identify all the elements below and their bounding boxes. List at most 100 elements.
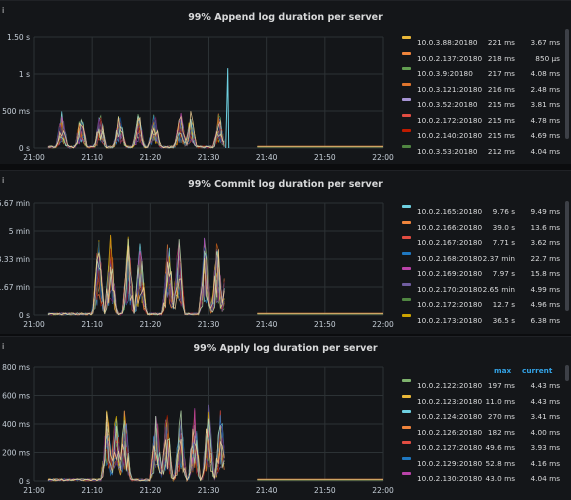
legend-current-value: 4.08 ms — [530, 69, 560, 78]
x-tick-label: 21:10 — [81, 153, 103, 162]
legend-series-name[interactable]: 10.0.2.172:20180 — [417, 114, 482, 128]
legend-series-name[interactable]: 10.0.2.168:20180 — [417, 252, 482, 266]
series-color-swatch[interactable] — [402, 410, 411, 413]
panel-title[interactable]: 99% Append log duration per server — [0, 12, 571, 23]
legend-series-name[interactable]: 10.0.2.173:20180 — [417, 314, 482, 328]
series-color-swatch[interactable] — [402, 267, 411, 270]
legend-item[interactable]: 10.0.2.129:20180 52.8 ms 4.16 ms — [402, 456, 562, 471]
legend-current-value: 4.00 ms — [530, 427, 560, 437]
legend-header-current[interactable]: current — [522, 366, 552, 375]
series-color-swatch[interactable] — [402, 394, 411, 398]
legend-item[interactable]: 10.0.2.122:20180 197 ms 4.43 ms — [402, 379, 562, 393]
legend-item[interactable]: 10.0.3.88:20180 221 ms 3.67 ms — [402, 36, 562, 50]
series-color-swatch[interactable] — [402, 113, 411, 117]
series-color-swatch[interactable] — [402, 313, 411, 317]
series-color-swatch[interactable] — [402, 144, 411, 148]
series-color-swatch[interactable] — [402, 51, 411, 55]
legend-item[interactable]: 10.0.2.170:20180 2.65 min 4.99 ms — [402, 282, 562, 297]
legend-series-name[interactable]: 10.0.2.165:20180 — [417, 205, 482, 219]
legend-max-value: 216 ms — [487, 84, 515, 94]
y-tick-label: 0 s — [19, 311, 30, 320]
legend-item[interactable]: 10.0.2.168:20180 2.37 min 22.7 ms — [402, 251, 562, 266]
series-color-swatch[interactable] — [402, 472, 411, 475]
panel-title[interactable]: 99% Commit log duration per server — [0, 179, 571, 190]
legend-scrollbar[interactable] — [565, 29, 569, 139]
legend-max-value: 221 ms — [487, 38, 515, 47]
legend-series-name[interactable]: 10.0.3.121:20180 — [417, 83, 482, 97]
legend-item[interactable]: 10.0.2.172:20180 12.7 s 4.96 ms — [402, 298, 562, 312]
legend-item[interactable]: 10.0.2.137:20180 218 ms 850 µs — [402, 51, 562, 66]
legend-item[interactable]: 10.0.2.169:20180 7.97 s 15.8 ms — [402, 267, 562, 281]
series-color-swatch[interactable] — [402, 82, 411, 86]
legend-series-name[interactable]: 10.0.2.170:20180 — [417, 283, 482, 297]
graph-area[interactable]: 1.50 s 1 s 500 ms 0 s 21:00 21:10 21:20 21:30 21… — [0, 27, 395, 165]
legend-series-name[interactable]: 10.0.2.130:20180 — [417, 472, 482, 486]
legend-series-name[interactable]: 10.0.2.137:20180 — [417, 52, 482, 66]
series-color-swatch[interactable] — [402, 441, 411, 444]
panel-title[interactable]: 99% Apply log duration per server — [0, 343, 571, 354]
series-color-swatch[interactable] — [402, 425, 411, 429]
series-color-swatch[interactable] — [402, 456, 411, 460]
legend-max-value: 212 ms — [487, 146, 515, 156]
legend-item[interactable]: 10.0.2.167:20180 7.71 s 3.62 ms — [402, 236, 562, 250]
legend-series-name[interactable]: 10.0.2.166:20180 — [417, 221, 482, 235]
legend-item[interactable]: 10.0.2.140:20180 215 ms 4.69 ms — [402, 129, 562, 143]
legend-scrollbar[interactable] — [565, 365, 569, 381]
legend-max-value: 218 ms — [487, 53, 515, 63]
series-color-swatch[interactable] — [402, 251, 411, 255]
legend-series-name[interactable]: 10.0.3.88:20180 — [417, 36, 477, 50]
legend-item[interactable]: 10.0.2.130:20180 43.0 ms 4.04 ms — [402, 472, 562, 486]
legend-max-value: 270 ms — [487, 412, 515, 421]
legend-item[interactable]: 10.0.2.173:20180 36.5 s 6.38 ms — [402, 313, 562, 328]
legend-series-name[interactable]: 10.0.2.124:20180 — [417, 410, 482, 424]
legend-max-value: 9.76 s — [492, 207, 515, 216]
legend-item[interactable]: 10.0.2.172:20180 215 ms 4.78 ms — [402, 113, 562, 128]
legend: 10.0.3.88:20180 221 ms 3.67 ms 10.0.2.137:2… — [402, 36, 564, 161]
legend-header-max[interactable]: max — [494, 366, 511, 375]
legend-series-name[interactable]: 10.0.2.127:20180 — [417, 441, 482, 455]
series-color-swatch[interactable] — [402, 205, 411, 208]
legend-scrollbar[interactable] — [565, 201, 569, 311]
legend-series-name[interactable]: 10.0.2.140:20180 — [417, 129, 482, 143]
legend-item[interactable]: 10.0.2.123:20180 11.0 ms 4.43 ms — [402, 394, 562, 409]
legend-series-name[interactable]: 10.0.2.167:20180 — [417, 236, 482, 250]
legend-item[interactable]: 10.0.2.166:20180 39.0 s 13.6 ms — [402, 220, 562, 235]
series-color-swatch[interactable] — [402, 36, 411, 39]
legend-item[interactable]: 10.0.3.121:20180 216 ms 2.48 ms — [402, 82, 562, 97]
series-color-swatch[interactable] — [402, 129, 411, 132]
series-color-swatch[interactable] — [402, 379, 411, 382]
series-color-swatch[interactable] — [402, 220, 411, 224]
legend-series-name[interactable]: 10.0.3.52:20180 — [417, 98, 477, 112]
series-color-swatch[interactable] — [402, 298, 411, 301]
legend-item[interactable]: 10.0.2.165:20180 9.76 s 9.49 ms — [402, 205, 562, 219]
series-line[interactable] — [225, 68, 230, 149]
legend-series-name[interactable]: 10.0.2.123:20180 — [417, 395, 482, 409]
legend-current-value: 4.43 ms — [530, 381, 560, 390]
legend-item[interactable]: 10.0.3.52:20180 215 ms 3.81 ms — [402, 98, 562, 112]
legend-series-name[interactable]: 10.0.2.169:20180 — [417, 267, 482, 281]
legend-current-value: 15.8 ms — [530, 269, 560, 278]
legend-max-value: 2.37 min — [482, 253, 515, 263]
graph-area[interactable]: 6.67 min 5 min 3.33 min 1.67 min 0 s 21:00 21:… — [0, 195, 395, 335]
y-tick-label: 400 ms — [2, 420, 30, 429]
legend-item[interactable]: 10.0.3.53:20180 212 ms 4.04 ms — [402, 144, 562, 159]
series-color-swatch[interactable] — [402, 98, 411, 101]
series-color-swatch[interactable] — [402, 67, 411, 70]
legend-series-name[interactable]: 10.0.3.9:20180 — [417, 67, 473, 81]
legend-item[interactable]: 10.0.2.126:20180 182 ms 4.00 ms — [402, 425, 562, 440]
legend-series-name[interactable]: 10.0.2.172:20180 — [417, 298, 482, 312]
y-tick-label: 3.33 min — [0, 255, 30, 264]
graph-area[interactable]: 800 ms 600 ms 400 ms 200 ms 0 s 21:00 21:10 21:… — [0, 359, 395, 500]
x-tick-label: 21:20 — [140, 320, 162, 329]
legend-item[interactable]: 10.0.2.124:20180 270 ms 3.41 ms — [402, 410, 562, 424]
legend-current-value: 850 µs — [535, 53, 560, 63]
legend-item[interactable]: 10.0.2.127:20180 49.6 ms 3.93 ms — [402, 441, 562, 455]
series-color-swatch[interactable] — [402, 236, 411, 239]
legend-series-name[interactable]: 10.0.2.129:20180 — [417, 457, 482, 471]
legend-series-name[interactable]: 10.0.2.122:20180 — [417, 379, 482, 393]
legend-series-name[interactable]: 10.0.3.53:20180 — [417, 145, 477, 159]
series-color-swatch[interactable] — [402, 282, 411, 286]
legend-series-name[interactable]: 10.0.2.126:20180 — [417, 426, 482, 440]
y-tick-label: 6.67 min — [0, 199, 30, 208]
legend-item[interactable]: 10.0.3.9:20180 217 ms 4.08 ms — [402, 67, 562, 81]
